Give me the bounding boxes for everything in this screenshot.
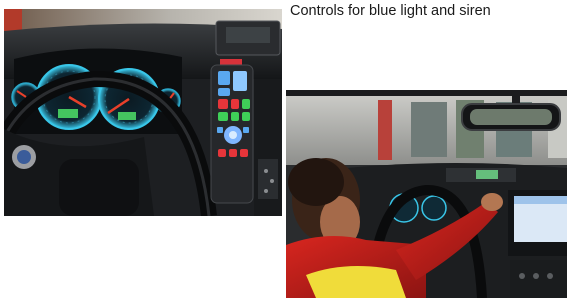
hand-icon <box>481 193 503 211</box>
siren-display-icon <box>476 170 498 179</box>
paramedic-photo-scene <box>286 90 567 298</box>
navigation-screen-icon <box>508 190 567 298</box>
paramedic-photo <box>286 90 567 298</box>
caption-text: Controls for blue light and siren <box>290 3 491 19</box>
dashboard-photo <box>4 9 282 216</box>
reflective-stripe <box>306 266 406 298</box>
siren-control-panel-icon <box>210 59 254 204</box>
dashboard-photo-scene <box>4 9 282 216</box>
tachometer-icon <box>421 195 447 221</box>
